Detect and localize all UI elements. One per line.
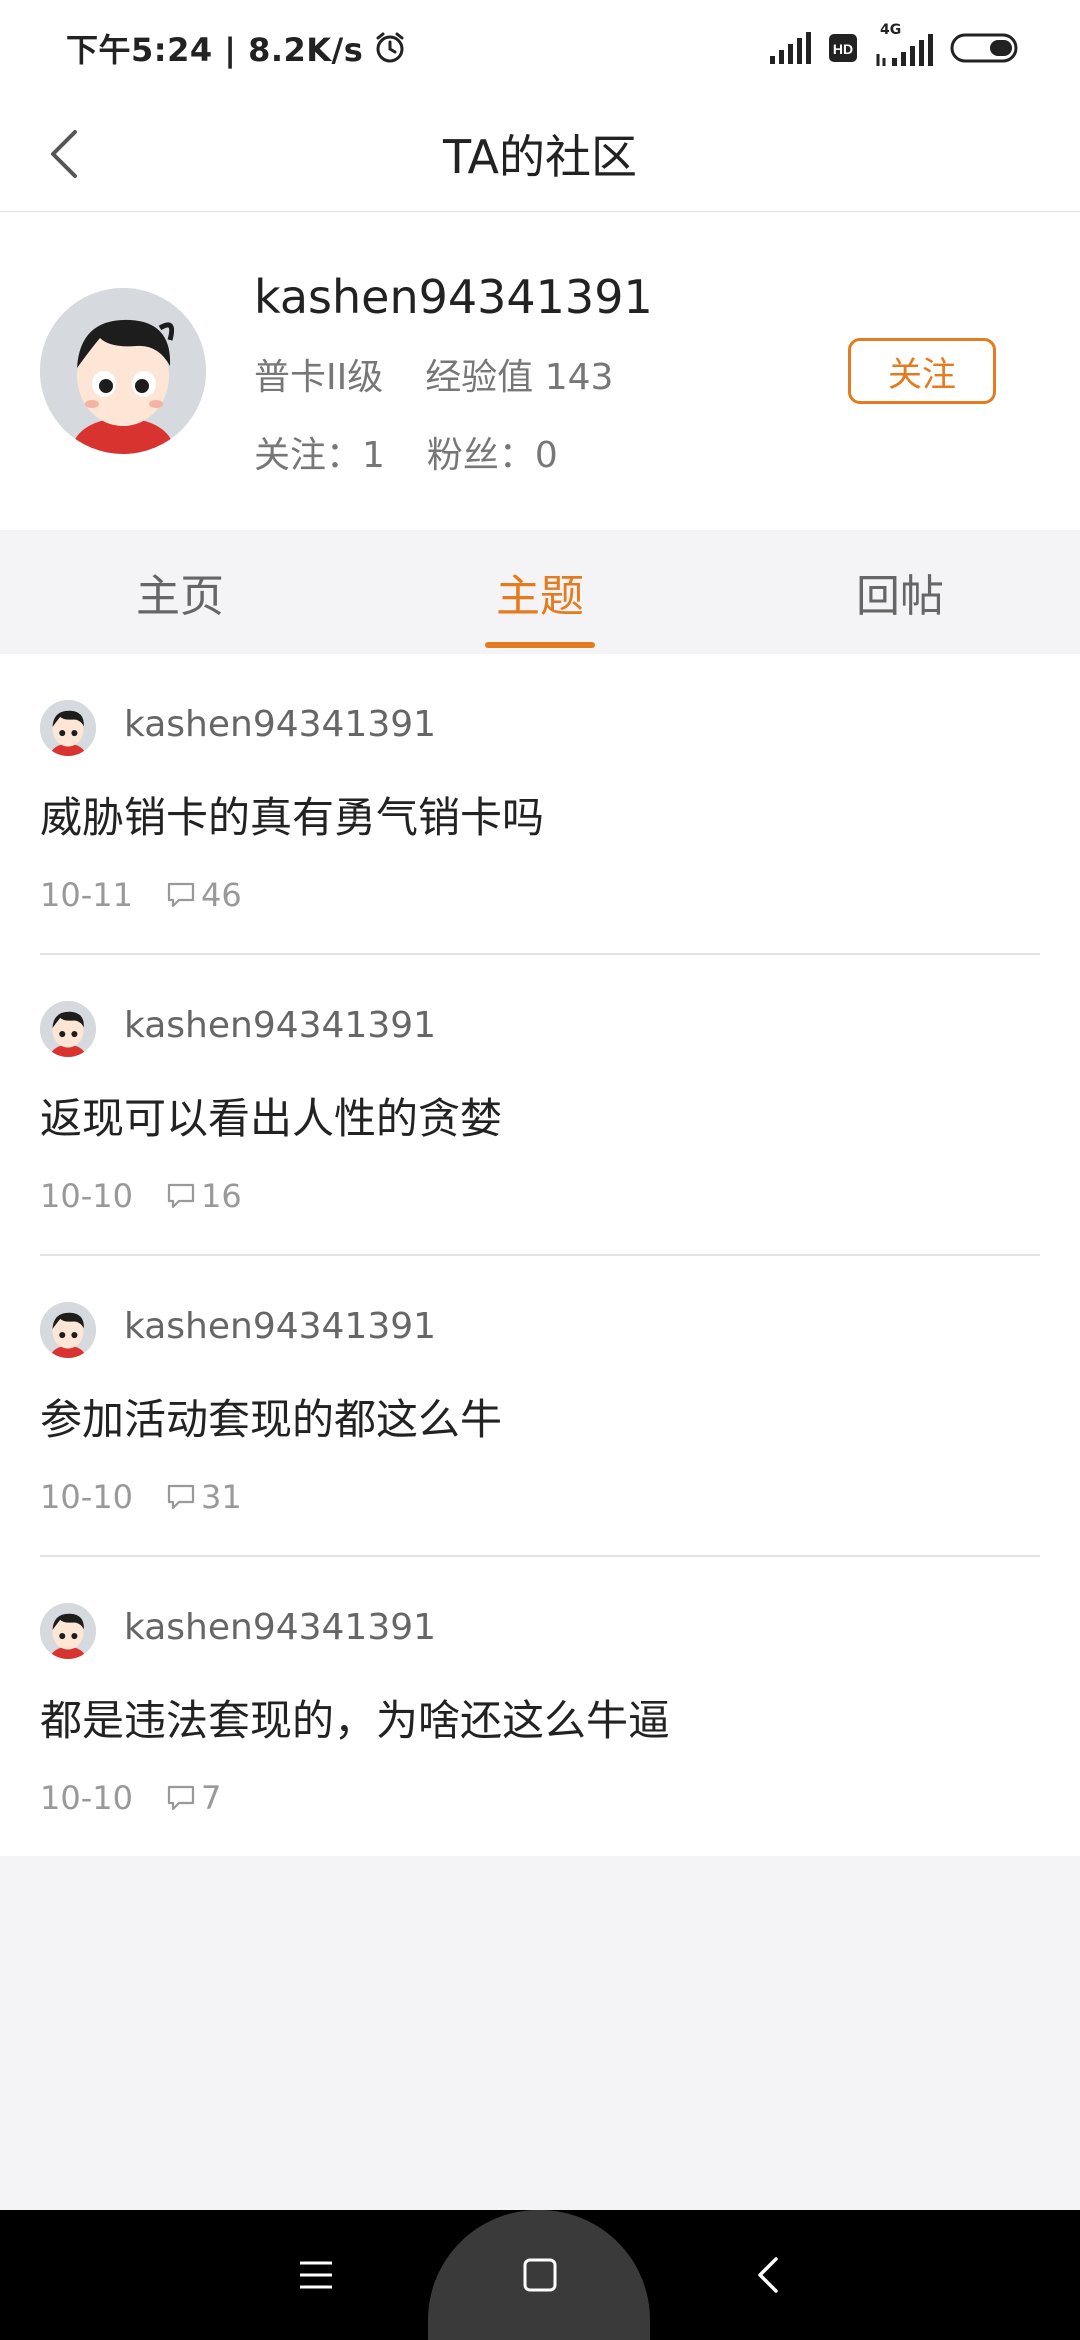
profile-exp: 经验值 143 (425, 357, 614, 398)
post-item[interactable]: kashen94341391 都是违法套现的，为啥还这么牛逼 10-10 7 (40, 1557, 1040, 1856)
post-item[interactable]: kashen94341391 参加活动套现的都这么牛 10-10 31 (40, 1256, 1040, 1557)
post-meta: 10-11 46 (40, 876, 242, 914)
post-meta: 10-10 16 (40, 1177, 242, 1215)
comment-icon (167, 1183, 195, 1209)
menu-icon (300, 2261, 332, 2289)
app-header: TA的社区 (0, 96, 1080, 212)
network-signal: 4G (874, 22, 934, 68)
hd-icon: HD (829, 34, 857, 62)
post-title[interactable]: 都是违法套现的，为啥还这么牛逼 (40, 1687, 670, 1748)
following-count[interactable]: 关注：1 (254, 426, 385, 478)
status-right: HD 4G (770, 22, 1020, 68)
post-username[interactable]: kashen94341391 (124, 1607, 436, 1648)
post-username[interactable]: kashen94341391 (124, 1005, 436, 1046)
page-title: TA的社区 (443, 130, 637, 184)
post-title[interactable]: 参加活动套现的都这么牛 (40, 1386, 502, 1447)
profile-level: 普卡II级 (254, 357, 384, 398)
post-title[interactable]: 返现可以看出人性的贪婪 (40, 1085, 502, 1146)
tab-home[interactable]: 主页 (0, 530, 360, 654)
comment-count: 7 (200, 1779, 222, 1817)
chevron-left-icon (758, 2257, 778, 2293)
cartoon-avatar-icon (40, 1302, 96, 1358)
signal-icon-2 (876, 34, 933, 66)
followers-count[interactable]: 粉丝：0 (427, 426, 558, 478)
profile-level-row: 普卡II级 经验值 143 (254, 348, 613, 400)
status-time: 下午5:24 | 8.2K/s (66, 31, 364, 69)
post-username[interactable]: kashen94341391 (124, 1306, 436, 1347)
post-username[interactable]: kashen94341391 (124, 704, 436, 745)
cartoon-avatar-icon (40, 700, 96, 756)
profile-username: kashen94341391 (254, 270, 653, 324)
comment-count: 31 (200, 1478, 242, 1516)
post-date: 10-10 (40, 1177, 133, 1215)
post-meta: 10-10 7 (40, 1779, 221, 1817)
post-date: 10-10 (40, 1478, 133, 1516)
post-date: 10-10 (40, 1779, 133, 1817)
comment-icon (167, 882, 195, 908)
system-back-button[interactable] (738, 2245, 798, 2305)
signal-icon (770, 32, 811, 64)
cartoon-avatar-icon (40, 1603, 96, 1659)
status-bar: 下午5:24 | 8.2K/s HD 4G (0, 0, 1080, 96)
tab-replies[interactable]: 回帖 (720, 530, 1080, 654)
avatar[interactable] (40, 1001, 96, 1057)
svg-text:HD: HD (833, 41, 853, 57)
post-item[interactable]: kashen94341391 威胁销卡的真有勇气销卡吗 10-11 46 (40, 654, 1040, 955)
tab-bar: 主页 主题 回帖 (0, 530, 1080, 654)
tab-topics[interactable]: 主题 (360, 530, 720, 654)
post-meta: 10-10 31 (40, 1478, 242, 1516)
post-title[interactable]: 威胁销卡的真有勇气销卡吗 (40, 784, 544, 845)
comment-count: 46 (200, 876, 242, 914)
profile-stats-row: 关注：1 粉丝：0 (254, 426, 558, 478)
follow-button[interactable]: 关注 (848, 338, 996, 404)
avatar[interactable] (40, 1302, 96, 1358)
post-date: 10-11 (40, 876, 133, 914)
cartoon-avatar-icon (40, 1001, 96, 1057)
menu-button[interactable] (286, 2245, 346, 2305)
battery-icon (950, 33, 1018, 63)
status-left: 下午5:24 | 8.2K/s (66, 25, 407, 71)
home-button[interactable] (510, 2245, 570, 2305)
square-icon (523, 2258, 557, 2292)
comment-count: 16 (200, 1177, 242, 1215)
post-item[interactable]: kashen94341391 返现可以看出人性的贪婪 10-10 16 (40, 955, 1040, 1256)
profile-card: kashen94341391 普卡II级 经验值 143 关注：1 粉丝：0 关… (0, 212, 1080, 530)
system-nav-bar (0, 2210, 1080, 2340)
comment-icon (167, 1785, 195, 1811)
avatar[interactable] (40, 288, 206, 454)
alarm-icon (376, 32, 404, 63)
cartoon-avatar-icon (40, 288, 206, 454)
avatar[interactable] (40, 700, 96, 756)
avatar[interactable] (40, 1603, 96, 1659)
post-list: kashen94341391 威胁销卡的真有勇气销卡吗 10-11 46 kas… (0, 654, 1080, 1856)
comment-icon (167, 1484, 195, 1510)
